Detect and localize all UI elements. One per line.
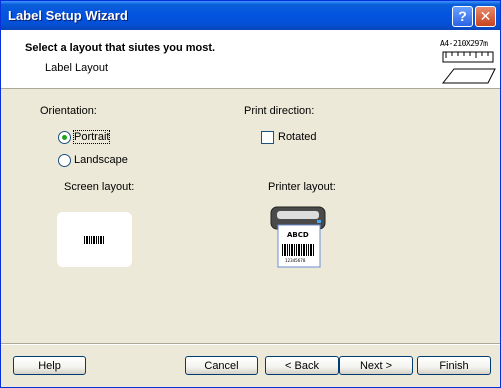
printer-layout-preview: ABCD 12345678 <box>267 203 331 269</box>
wizard-header: Select a layout that siutes you most. La… <box>1 30 500 89</box>
landscape-label[interactable]: Landscape <box>74 154 128 166</box>
next-button[interactable]: Next > <box>339 356 413 375</box>
wizard-window: Label Setup Wizard ? ✕ Select a layout t… <box>0 0 501 388</box>
help-title-button[interactable]: ? <box>452 6 473 27</box>
screen-layout-label: Screen layout: <box>64 181 135 193</box>
header-subtitle: Label Layout <box>45 62 108 74</box>
close-button[interactable]: ✕ <box>475 6 496 27</box>
finish-button[interactable]: Finish <box>417 356 491 375</box>
page-layout-icon: A4-210X297m <box>440 39 496 85</box>
title-bar[interactable]: Label Setup Wizard ? ✕ <box>1 1 500 30</box>
barcode-icon <box>84 236 104 244</box>
portrait-radio[interactable] <box>58 131 71 144</box>
landscape-radio[interactable] <box>58 154 71 167</box>
printer-barcode-number: 12345678 <box>285 258 306 263</box>
radio-selected-dot <box>62 135 67 140</box>
cancel-button[interactable]: Cancel <box>185 356 258 375</box>
portrait-label[interactable]: Portrait <box>72 130 111 144</box>
button-separator <box>1 343 500 345</box>
header-title: Select a layout that siutes you most. <box>25 42 216 54</box>
window-title: Label Setup Wizard <box>8 8 128 23</box>
orientation-label: Orientation: <box>40 105 97 117</box>
printer-layout-label: Printer layout: <box>268 181 336 193</box>
rotated-label[interactable]: Rotated <box>278 131 317 143</box>
back-button[interactable]: < Back <box>265 356 339 375</box>
rotated-checkbox[interactable] <box>261 131 274 144</box>
print-direction-label: Print direction: <box>244 105 315 117</box>
printer-sample-text: ABCD <box>287 231 309 239</box>
ruler-icon <box>441 51 496 84</box>
help-button[interactable]: Help <box>13 356 86 375</box>
screen-layout-preview <box>57 212 132 267</box>
